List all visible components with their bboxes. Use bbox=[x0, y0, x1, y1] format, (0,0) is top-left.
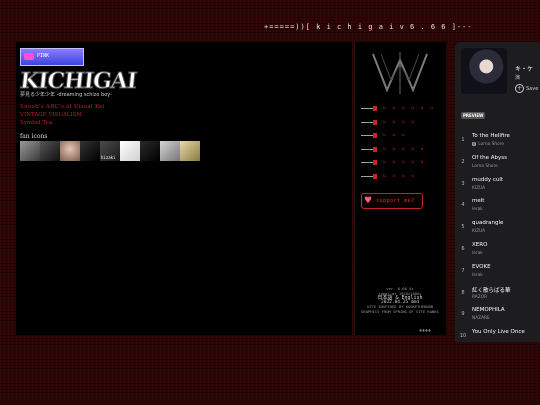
link-abcs-visual-kei[interactable]: Snoob's ABC's of Visual Kei bbox=[20, 104, 105, 110]
sword-icon bbox=[361, 119, 379, 125]
footer-credit: GRAPHICS FROM SPRING OF SITE RANKS bbox=[361, 308, 439, 314]
fan-icon[interactable] bbox=[180, 141, 200, 161]
track-row[interactable]: 1 To the Hellfire E Lorna Shore bbox=[459, 133, 540, 155]
track-row[interactable]: 10 You Only Live Once bbox=[459, 329, 540, 342]
site-banner-title: +=====))[ k i c h i g a i v 6 . 6 6 ]--- bbox=[264, 23, 473, 31]
album-art-image[interactable] bbox=[461, 48, 507, 94]
heart-icon: ♥ bbox=[364, 196, 373, 206]
album-title: キ・ケ bbox=[515, 66, 534, 73]
fan-icons-label: fan icons bbox=[20, 133, 48, 140]
sword-icon bbox=[361, 133, 379, 139]
site-button-banner[interactable]: PINK bbox=[20, 48, 84, 66]
banner-button-text: PINK bbox=[37, 53, 50, 59]
vv-emblem-logo bbox=[372, 52, 428, 94]
side-menu-item[interactable]: u u u u bbox=[361, 116, 435, 130]
side-menu-item[interactable]: u u u u u u bbox=[361, 102, 435, 116]
track-list: 1 To the Hellfire E Lorna Shore 2 Of the … bbox=[459, 133, 540, 342]
site-subtitle: 夢見る少年少年 -dreaming schizo boy- bbox=[20, 92, 112, 98]
fan-icon[interactable] bbox=[20, 141, 40, 161]
track-row[interactable]: 6 XERO lerak bbox=[459, 242, 540, 264]
side-menu-item[interactable]: u u u bbox=[361, 129, 435, 143]
track-row[interactable]: 3 muddy cult KIZUA bbox=[459, 177, 540, 199]
track-row[interactable]: 4 melt lerak bbox=[459, 198, 540, 220]
track-row[interactable]: 5 quadrangle KIZUA bbox=[459, 220, 540, 242]
sword-icon bbox=[361, 106, 379, 112]
sparkle-icon bbox=[24, 53, 34, 60]
side-menu-item[interactable]: u u u u u bbox=[361, 143, 435, 157]
plus-circle-icon: + bbox=[515, 84, 524, 93]
music-player-embed: キ・ケ 演 + Save PREVIEW 1 To the Hellfire E… bbox=[455, 42, 540, 342]
side-footer: ver. 6.66.5i ideal at 1920x1080+ 日本語 & E… bbox=[357, 286, 443, 315]
save-button[interactable]: + Save bbox=[515, 84, 538, 93]
side-navigation-panel: u u u u u u u u u u u u u u u u u u u u … bbox=[354, 42, 446, 335]
fan-icon[interactable] bbox=[80, 141, 100, 161]
link-vintage-visualism[interactable]: VINTAGE VISUALISM bbox=[20, 112, 82, 118]
track-row[interactable]: 8 紅く散らばる華 RAZOR bbox=[459, 286, 540, 308]
side-menu: u u u u u u u u u u u u u u u u u u u u … bbox=[361, 102, 435, 183]
track-row[interactable]: 9 NEMOPHILA NAZARE bbox=[459, 307, 540, 329]
track-row[interactable]: 7 EVOKE lerak bbox=[459, 264, 540, 286]
side-menu-item[interactable]: u u u u bbox=[361, 170, 435, 184]
explicit-icon: E bbox=[472, 142, 477, 146]
track-row[interactable]: 2 Of the Abyss Lorna Shore bbox=[459, 155, 540, 177]
support-me-button[interactable]: ♥ support me? bbox=[361, 193, 423, 209]
fan-icon[interactable] bbox=[140, 141, 160, 161]
sword-icon bbox=[361, 160, 379, 166]
side-menu-item[interactable]: u u u u u bbox=[361, 156, 435, 170]
fan-icon[interactable] bbox=[120, 141, 140, 161]
fan-icon[interactable]: hizaki bbox=[100, 141, 120, 161]
album-subtitle: 演 bbox=[515, 75, 521, 81]
footer-badge: ⚜⚜⚜⚜ bbox=[419, 328, 432, 334]
fan-icon[interactable] bbox=[60, 141, 80, 161]
fan-icon[interactable] bbox=[40, 141, 60, 161]
link-symbol-tea[interactable]: Symbol Tea bbox=[20, 120, 52, 126]
sword-icon bbox=[361, 173, 379, 179]
sword-icon bbox=[361, 146, 379, 152]
preview-badge: PREVIEW bbox=[461, 112, 486, 119]
fan-icons-row: hizaki bbox=[20, 141, 200, 161]
fan-icon[interactable] bbox=[160, 141, 180, 161]
main-content-panel: PINK KICHIGAI 夢見る少年少年 -dreaming schizo b… bbox=[16, 42, 352, 335]
